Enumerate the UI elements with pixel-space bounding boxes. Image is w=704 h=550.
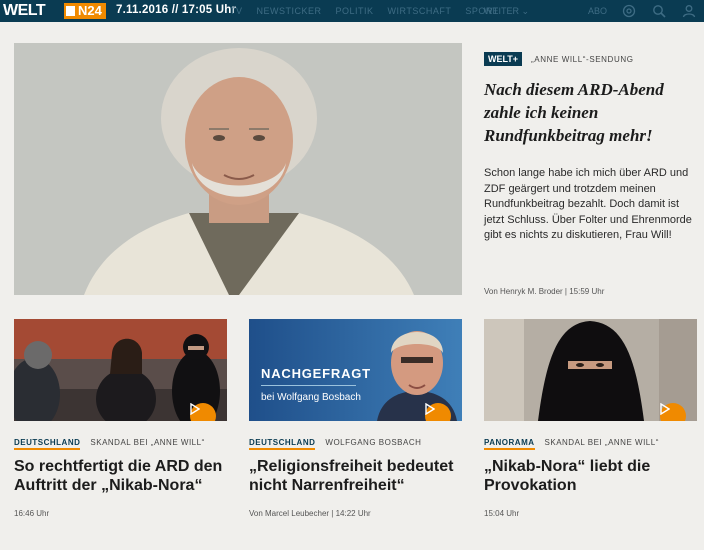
- topic-label[interactable]: SKANDAL BEI „ANNE WILL“: [545, 438, 659, 450]
- n24-square-icon: [66, 6, 75, 16]
- hero-teaser[interactable]: Schon lange habe ich mich über ARD und Z…: [484, 166, 694, 244]
- nav-item-politik[interactable]: POLITIK: [336, 6, 374, 16]
- welt-plus-badge: WELT+: [484, 52, 522, 66]
- article-card-1-headline[interactable]: So rechtfertigt die ARD den Auftritt der…: [14, 457, 227, 495]
- hero-kicker: „ANNE WILL“-SENDUNG: [531, 55, 634, 64]
- nav-item-tv[interactable]: TV: [230, 6, 243, 16]
- article-card-2-headline[interactable]: „Religionsfreiheit bedeutet nicht Narren…: [249, 457, 462, 495]
- hero-image[interactable]: [14, 43, 462, 295]
- article-card-3-meta: PANORAMA SKANDAL BEI „ANNE WILL“: [484, 438, 659, 450]
- topic-label[interactable]: SKANDAL BEI „ANNE WILL“: [90, 438, 204, 450]
- video-overlay-title: NACHGEFRAGT: [261, 366, 371, 381]
- article-card-2-meta: DEUTSCHLAND WOLFGANG BOSBACH: [249, 438, 421, 450]
- video-overlay-subtitle: bei Wolfgang Bosbach: [261, 392, 361, 403]
- section-label[interactable]: DEUTSCHLAND: [249, 438, 316, 450]
- article-card-3-image[interactable]: [484, 319, 697, 421]
- article-card-2-byline: Von Marcel Leubecher | 14:22 Uhr: [249, 509, 371, 518]
- nav-item-newsticker[interactable]: NEWSTICKER: [257, 6, 322, 16]
- hero-headline[interactable]: Nach diesem ARD-Abend zahle ich keinen R…: [484, 78, 696, 147]
- section-label[interactable]: PANORAMA: [484, 438, 535, 450]
- article-card-2-image[interactable]: NACHGEFRAGT bei Wolfgang Bosbach: [249, 319, 462, 421]
- section-label[interactable]: DEUTSCHLAND: [14, 438, 81, 450]
- article-card-1[interactable]: DEUTSCHLAND SKANDAL BEI „ANNE WILL“ So r…: [14, 319, 227, 518]
- welt-logo[interactable]: WELT: [3, 2, 46, 20]
- user-icon[interactable]: [682, 4, 696, 18]
- topic-label[interactable]: WOLFGANG BOSBACH: [325, 438, 421, 450]
- article-card-2[interactable]: NACHGEFRAGT bei Wolfgang Bosbach DEUTSCH…: [249, 319, 462, 518]
- search-icon[interactable]: [652, 4, 666, 18]
- nav-abo-link[interactable]: ABO: [588, 6, 607, 16]
- hero-byline: Von Henryk M. Broder | 15:59 Uhr: [484, 287, 605, 296]
- n24-logo[interactable]: N24: [64, 3, 106, 19]
- article-card-1-time: 16:46 Uhr: [14, 509, 50, 518]
- article-card-3-headline[interactable]: „Nikab-Nora“ liebt die Provokation: [484, 457, 697, 495]
- nav-item-wirtschaft[interactable]: WIRTSCHAFT: [388, 6, 452, 16]
- article-card-1-image[interactable]: [14, 319, 227, 421]
- article-card-1-meta: DEUTSCHLAND SKANDAL BEI „ANNE WILL“: [14, 438, 205, 450]
- overlay-divider: [261, 385, 356, 386]
- date-time: 7.11.2016 // 17:05 Uhr: [116, 4, 237, 16]
- top-bar: WELT N24 7.11.2016 // 17:05 Uhr TV NEWST…: [0, 0, 704, 22]
- settings-icon[interactable]: [622, 4, 636, 18]
- main-nav: TV NEWSTICKER POLITIK WIRTSCHAFT SPORT: [230, 6, 499, 16]
- article-card-3-time: 15:04 Uhr: [484, 509, 520, 518]
- nav-more-menu[interactable]: WEITER ⌄: [484, 6, 529, 17]
- article-card-3[interactable]: PANORAMA SKANDAL BEI „ANNE WILL“ „Nikab-…: [484, 319, 697, 518]
- overlay-title: NACHGEFRAGT: [261, 366, 371, 381]
- n24-logo-text: N24: [78, 3, 102, 18]
- overlay-subtitle: bei Wolfgang Bosbach: [261, 392, 361, 403]
